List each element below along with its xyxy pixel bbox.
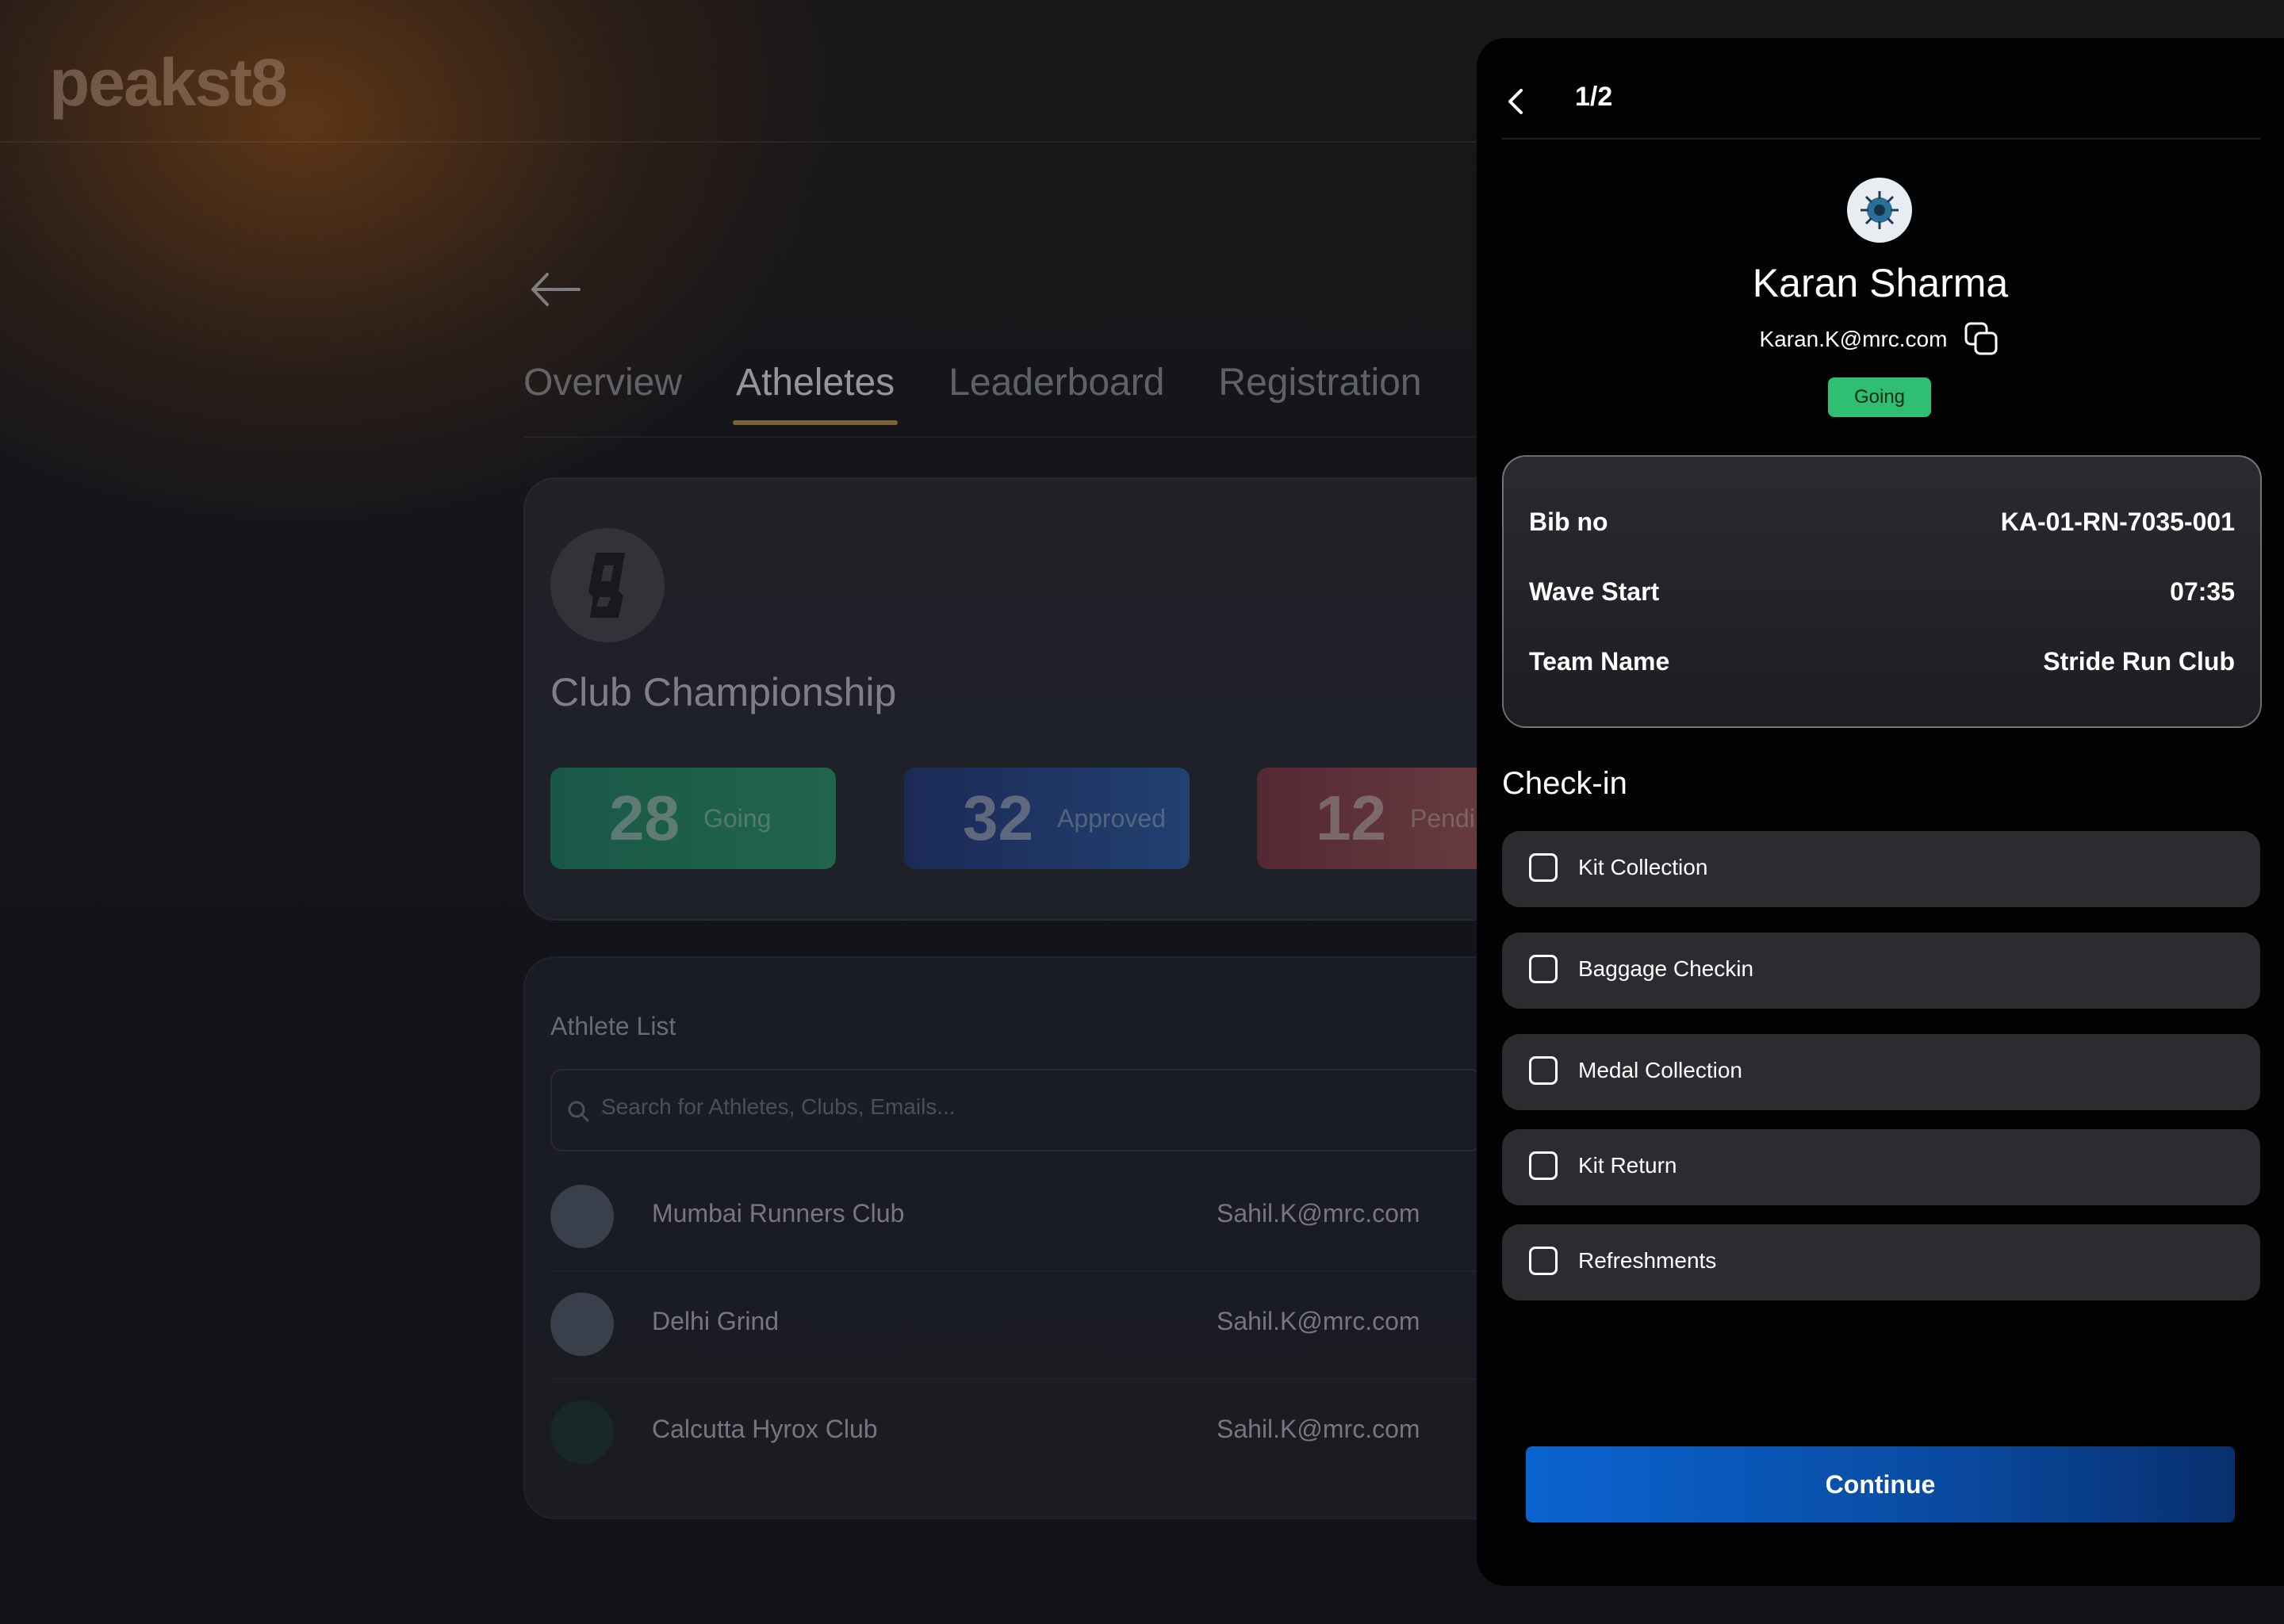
status-badge: Going: [1828, 377, 1931, 417]
table-row[interactable]: Delhi Grind Sahil.K@mrc.com: [550, 1272, 1478, 1380]
athlete-email: Karan.K@mrc.com: [1759, 327, 1948, 351]
event-title: Club Championship: [550, 670, 897, 714]
drawer-header-divider: [1502, 138, 2260, 140]
athlete-name: Mumbai Runners Club: [652, 1199, 905, 1228]
athlete-search-input[interactable]: Search for Athletes, Clubs, Emails...: [550, 1069, 1481, 1151]
event-summary-card: Club Championship 28 Going 32 Approved 1…: [523, 477, 1542, 921]
detail-value: Stride Run Club: [2043, 647, 2235, 676]
event-page: Overview Atheletes Leaderboard Registrat…: [0, 0, 1542, 1624]
event-tabs: Overview Atheletes Leaderboard Registrat…: [523, 361, 1476, 425]
copy-icon[interactable]: [1963, 320, 2001, 358]
athlete-name: Calcutta Hyrox Club: [652, 1415, 878, 1443]
checkbox[interactable]: [1529, 955, 1558, 983]
avatar: [550, 1293, 614, 1356]
athlete-email: Sahil.K@mrc.com: [1217, 1307, 1420, 1335]
event-logo-icon: [588, 553, 625, 618]
athlete-detail-drawer: 1/2 Karan Sharma Karan.K@mrc.com Going B…: [1477, 38, 2284, 1586]
club-emblem-icon: [1861, 191, 1899, 229]
tab-leaderboard[interactable]: Leaderboard: [948, 361, 1164, 425]
checkin-label: Medal Collection: [1578, 1058, 1742, 1082]
detail-label: Team Name: [1529, 647, 1670, 676]
continue-button[interactable]: Continue: [1526, 1446, 2235, 1522]
athlete-email: Sahil.K@mrc.com: [1217, 1199, 1420, 1228]
stat-approved-value: 32: [963, 783, 1033, 853]
athlete-list-title: Athlete List: [550, 1012, 676, 1040]
table-row[interactable]: Calcutta Hyrox Club Sahil.K@mrc.com: [550, 1380, 1478, 1486]
checkin-label: Kit Collection: [1578, 855, 1708, 879]
event-logo: [550, 528, 665, 642]
detail-label: Bib no: [1529, 508, 1608, 536]
avatar: [1847, 178, 1912, 243]
athlete-name: Karan Sharma: [1752, 261, 2009, 305]
stat-approved-label: Approved: [1056, 803, 1166, 833]
athlete-name: Delhi Grind: [652, 1307, 780, 1335]
back-arrow-icon[interactable]: [530, 270, 581, 309]
checkin-title: Check-in: [1502, 766, 1627, 801]
registration-details-card: Bib no KA-01-RN-7035-001 Wave Start 07:3…: [1502, 455, 2262, 728]
checkbox[interactable]: [1529, 853, 1558, 882]
athlete-list-card: Athlete List Search for Athletes, Clubs,…: [523, 956, 1518, 1519]
checkin-label: Kit Return: [1578, 1153, 1677, 1178]
checkbox[interactable]: [1529, 1247, 1558, 1275]
checkin-label: Baggage Checkin: [1578, 956, 1754, 981]
search-placeholder: Search for Athletes, Clubs, Emails...: [601, 1094, 956, 1119]
athlete-email: Sahil.K@mrc.com: [1217, 1415, 1420, 1443]
checkin-item-kit-return[interactable]: Kit Return: [1502, 1129, 2260, 1205]
stat-going-label: Going: [703, 803, 772, 833]
stat-going[interactable]: 28 Going: [550, 768, 836, 869]
athlete-email-row: Karan.K@mrc.com: [1477, 320, 2284, 358]
detail-row-wave-start: Wave Start 07:35: [1529, 577, 2235, 607]
checkin-item-kit-collection[interactable]: Kit Collection: [1502, 831, 2260, 907]
avatar: [550, 1185, 614, 1248]
tabs-divider: [523, 436, 1477, 438]
tab-overview[interactable]: Overview: [523, 361, 682, 425]
detail-row-bib: Bib no KA-01-RN-7035-001: [1529, 508, 2235, 537]
checkbox[interactable]: [1529, 1151, 1558, 1180]
checkin-item-refreshments[interactable]: Refreshments: [1502, 1224, 2260, 1300]
checkin-item-medal-collection[interactable]: Medal Collection: [1502, 1034, 2260, 1110]
drawer-header: 1/2: [1502, 78, 2255, 133]
detail-value: KA-01-RN-7035-001: [2000, 508, 2235, 536]
table-row[interactable]: Mumbai Runners Club Sahil.K@mrc.com: [550, 1164, 1478, 1272]
stat-going-value: 28: [609, 783, 680, 853]
checkin-item-baggage-checkin[interactable]: Baggage Checkin: [1502, 933, 2260, 1009]
checkin-label: Refreshments: [1578, 1248, 1717, 1273]
checkbox[interactable]: [1529, 1056, 1558, 1085]
tab-atheletes[interactable]: Atheletes: [733, 361, 899, 425]
tab-registration[interactable]: Registration: [1218, 361, 1421, 425]
detail-row-team-name: Team Name Stride Run Club: [1529, 647, 2235, 676]
stat-pending-value: 12: [1316, 783, 1386, 853]
avatar: [550, 1400, 614, 1464]
pager-indicator: 1/2: [1575, 82, 1613, 112]
search-icon: [568, 1101, 589, 1122]
detail-label: Wave Start: [1529, 577, 1660, 606]
stat-approved[interactable]: 32 Approved: [904, 768, 1190, 869]
detail-value: 07:35: [2170, 577, 2235, 606]
chevron-left-icon[interactable]: [1502, 86, 1531, 117]
